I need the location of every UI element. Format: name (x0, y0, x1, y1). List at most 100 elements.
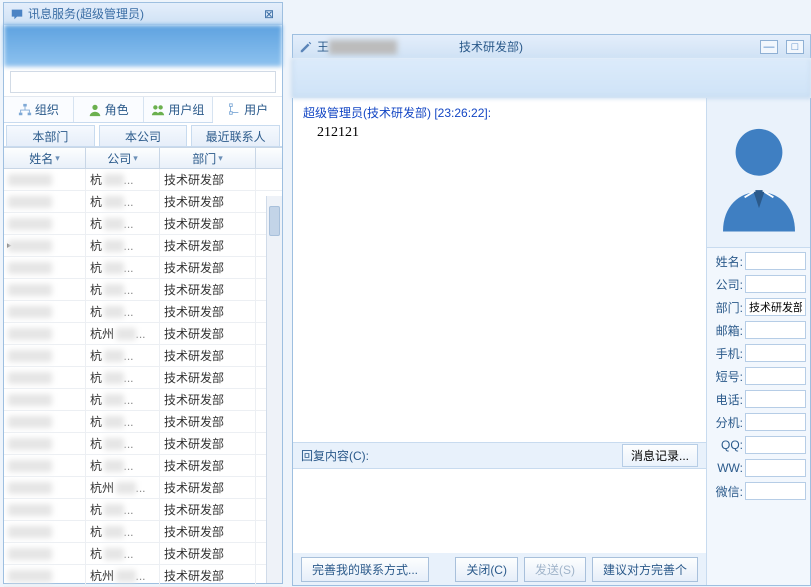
table-row[interactable]: 杭...技术研发部 (4, 345, 282, 367)
table-row[interactable]: 杭...技术研发部 (4, 455, 282, 477)
tab-group[interactable]: 用户组 (144, 97, 214, 122)
cell-dept: 技术研发部 (160, 301, 256, 322)
cell-company: 杭州... (86, 477, 160, 498)
maximize-button[interactable]: □ (786, 40, 804, 54)
chat-title-prefix: 王 (317, 38, 329, 55)
cell-dept: 技术研发部 (160, 257, 256, 278)
pen-icon (299, 40, 313, 54)
tab-role[interactable]: 角色 (74, 97, 144, 122)
field-mail: 邮箱: (711, 321, 806, 339)
search-bar (4, 67, 282, 97)
cell-dept: 技术研发部 (160, 367, 256, 388)
table-row[interactable]: 杭...技术研发部 (4, 301, 282, 323)
grid-header: 姓名▾ 公司▾ 部门▾ (4, 147, 282, 169)
contacts-window: 讯息服务(超级管理员) ⊠ 组织 角色 用户组 用户 本部门 本公司 最近联系人… (3, 2, 283, 584)
field-label: 手机: (711, 345, 743, 362)
subtab-dept[interactable]: 本部门 (6, 125, 95, 146)
subtab-recent[interactable]: 最近联系人 (191, 125, 280, 146)
field-label: 短号: (711, 368, 743, 385)
cell-company: 杭... (86, 213, 160, 234)
field-label: WW: (711, 461, 743, 475)
cell-company: 杭... (86, 345, 160, 366)
close-button[interactable]: 关闭(C) (455, 557, 518, 582)
field-label: 邮箱: (711, 322, 743, 339)
cell-dept: 技术研发部 (160, 169, 256, 190)
table-row[interactable]: 杭...技术研发部 (4, 521, 282, 543)
cell-name (4, 477, 86, 498)
banner (4, 25, 282, 67)
table-row[interactable]: 杭...技术研发部 (4, 213, 282, 235)
redacted: ████████ (329, 40, 459, 54)
cell-company: 杭... (86, 499, 160, 520)
field-weixin: 微信: (711, 482, 806, 500)
table-row[interactable]: 杭...技术研发部 (4, 257, 282, 279)
field-ww: WW: (711, 459, 806, 477)
table-row[interactable]: 杭...技术研发部 (4, 169, 282, 191)
table-row[interactable]: 杭...技术研发部 (4, 191, 282, 213)
compose-area (293, 469, 706, 553)
grid-body[interactable]: 杭...技术研发部杭...技术研发部杭...技术研发部杭...技术研发部杭...… (4, 169, 282, 587)
message-history[interactable]: 超级管理员(技术研发部) [23:26:22]: 212121 (293, 98, 706, 443)
chat-titlebar[interactable]: 王 ████████ 技术研发部) — □ (292, 34, 811, 58)
main-tabs: 组织 角色 用户组 用户 (4, 97, 282, 123)
table-row[interactable]: 杭...技术研发部 (4, 543, 282, 565)
suggest-button[interactable]: 建议对方完善个 (592, 557, 698, 582)
field-dept: 部门: (711, 298, 806, 316)
cell-company: 杭... (86, 257, 160, 278)
cell-dept: 技术研发部 (160, 455, 256, 476)
col-company[interactable]: 公司▾ (86, 148, 160, 168)
table-row[interactable]: 杭...技术研发部 (4, 389, 282, 411)
table-row[interactable]: 杭...技术研发部 (4, 367, 282, 389)
field-input-short[interactable] (745, 367, 806, 385)
cell-dept: 技术研发部 (160, 345, 256, 366)
table-row[interactable]: 杭...技术研发部 (4, 279, 282, 301)
table-row[interactable]: 杭...技术研发部 (4, 235, 282, 257)
close-icon[interactable]: ⊠ (264, 7, 276, 21)
cell-company: 杭... (86, 455, 160, 476)
cell-name (4, 433, 86, 454)
minimize-button[interactable]: — (760, 40, 778, 54)
field-label: 分机: (711, 414, 743, 431)
cell-dept: 技术研发部 (160, 389, 256, 410)
table-row[interactable]: 杭州...技术研发部 (4, 323, 282, 345)
field-input-ww[interactable] (745, 459, 806, 477)
subtab-company[interactable]: 本公司 (99, 125, 188, 146)
table-row[interactable]: 杭...技术研发部 (4, 499, 282, 521)
window-titlebar[interactable]: 讯息服务(超级管理员) ⊠ (4, 3, 282, 25)
cell-company: 杭... (86, 169, 160, 190)
col-dept[interactable]: 部门▾ (160, 148, 256, 168)
scrollbar-thumb[interactable] (269, 206, 280, 236)
field-input-name[interactable] (745, 252, 806, 270)
table-row[interactable]: 杭州...技术研发部 (4, 477, 282, 499)
history-button[interactable]: 消息记录... (622, 444, 698, 467)
table-row[interactable]: 杭州...技术研发部 (4, 565, 282, 587)
table-row[interactable]: 杭...技术研发部 (4, 433, 282, 455)
field-input-dept[interactable] (745, 298, 806, 316)
field-input-mail[interactable] (745, 321, 806, 339)
field-input-qq[interactable] (745, 436, 806, 454)
field-input-phone[interactable] (745, 390, 806, 408)
cell-company: 杭... (86, 191, 160, 212)
field-name: 姓名: (711, 252, 806, 270)
scrollbar[interactable] (266, 196, 282, 583)
field-label: 姓名: (711, 253, 743, 270)
profile-fields: 姓名:公司:部门:邮箱:手机:短号:电话:分机:QQ:WW:微信: (707, 248, 810, 504)
cell-company: 杭... (86, 235, 160, 256)
field-input-ext[interactable] (745, 413, 806, 431)
tab-org[interactable]: 组织 (4, 97, 74, 122)
col-name[interactable]: 姓名▾ (4, 148, 86, 168)
field-input-company[interactable] (745, 275, 806, 293)
sub-tabs: 本部门 本公司 最近联系人 (4, 123, 282, 147)
field-input-mobile[interactable] (745, 344, 806, 362)
my-contact-button[interactable]: 完善我的联系方式... (301, 557, 429, 582)
field-label: 部门: (711, 299, 743, 316)
search-input[interactable] (10, 71, 276, 93)
field-input-weixin[interactable] (745, 482, 806, 500)
tab-user[interactable]: 用户 (213, 97, 282, 123)
window-buttons: — □ (760, 40, 804, 54)
send-button[interactable]: 发送(S) (524, 557, 586, 582)
table-row[interactable]: 杭...技术研发部 (4, 411, 282, 433)
cell-name (4, 323, 86, 344)
cell-name (4, 345, 86, 366)
message-input[interactable] (297, 473, 702, 549)
